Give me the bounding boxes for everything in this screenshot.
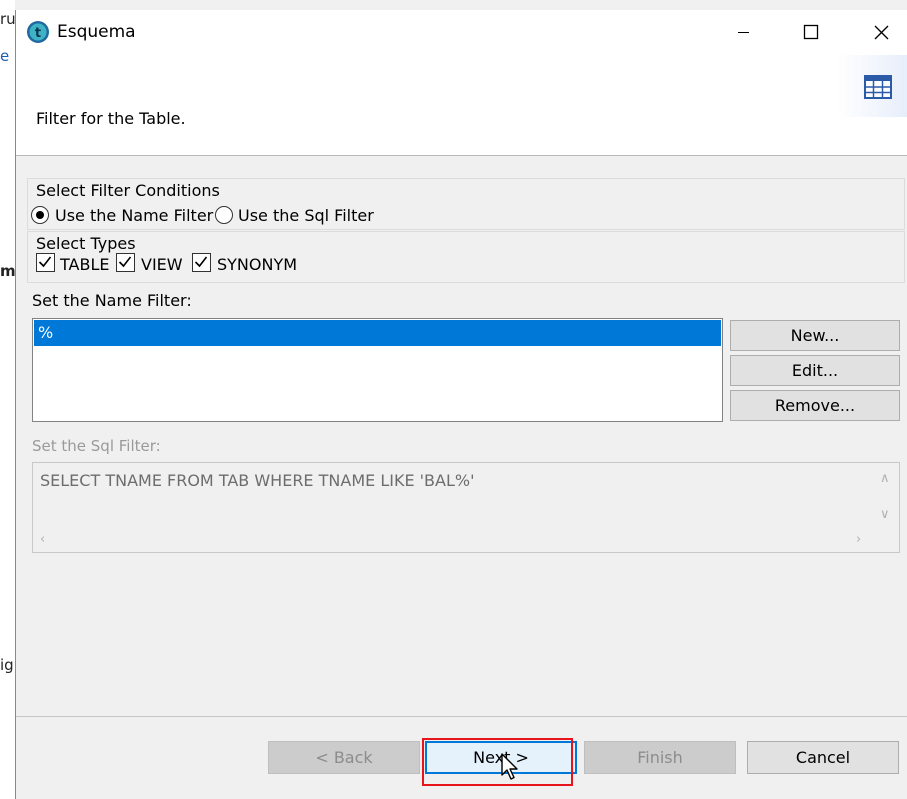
checkbox-synonym[interactable] xyxy=(192,253,211,272)
background-text: ig xyxy=(0,656,14,674)
mouse-pointer-icon xyxy=(501,753,518,780)
radio-name-filter-label[interactable]: Use the Name Filter xyxy=(55,206,213,225)
background-text: ma xyxy=(0,262,15,280)
list-item[interactable]: % xyxy=(34,320,721,346)
types-title: Select Types xyxy=(36,234,136,253)
wizard-banner: Filter for the Table. xyxy=(16,55,907,156)
esquema-dialog: t Esquema Filter for the Table. Select F… xyxy=(15,10,907,799)
title-bar: t Esquema xyxy=(16,10,907,55)
banner-message: Filter for the Table. xyxy=(36,109,186,128)
checkbox-table-label[interactable]: TABLE xyxy=(60,255,109,274)
back-button[interactable]: < Back xyxy=(268,741,420,774)
talend-app-icon: t xyxy=(27,21,49,43)
cancel-button[interactable]: Cancel xyxy=(747,741,899,774)
name-filter-label: Set the Name Filter: xyxy=(32,291,192,310)
svg-text:t: t xyxy=(35,26,41,41)
minimize-icon xyxy=(738,32,749,33)
checkbox-table[interactable] xyxy=(36,253,55,272)
next-button-highlight xyxy=(422,738,573,786)
radio-sql-filter-label[interactable]: Use the Sql Filter xyxy=(238,206,374,225)
sql-filter-label: Set the Sql Filter: xyxy=(32,437,161,455)
window-title: Esquema xyxy=(57,22,136,42)
scroll-down-icon[interactable]: ∨ xyxy=(880,507,890,522)
background-text: e xyxy=(0,47,10,65)
checkmark-icon xyxy=(38,256,52,268)
checkmark-icon xyxy=(194,256,208,268)
types-group: Select Types TABLE VIEW SYNONYM xyxy=(27,231,905,283)
minimize-button[interactable] xyxy=(720,10,766,55)
footer-divider xyxy=(16,716,907,717)
horizontal-scrollbar[interactable]: ‹ › xyxy=(33,530,899,552)
new-filter-button[interactable]: New... xyxy=(730,320,900,351)
filter-conditions-group: Select Filter Conditions Use the Name Fi… xyxy=(27,178,905,230)
vertical-scrollbar[interactable]: ∧ ∨ xyxy=(873,463,899,529)
close-button[interactable] xyxy=(858,10,904,55)
maximize-button[interactable] xyxy=(788,10,834,55)
scroll-left-icon[interactable]: ‹ xyxy=(40,532,45,547)
sql-filter-textarea: SELECT TNAME FROM TAB WHERE TNAME LIKE '… xyxy=(32,462,900,553)
filter-conditions-title: Select Filter Conditions xyxy=(36,181,220,200)
radio-name-filter[interactable] xyxy=(31,206,49,224)
radio-sql-filter[interactable] xyxy=(215,206,233,224)
close-icon xyxy=(874,25,889,40)
sql-filter-value: SELECT TNAME FROM TAB WHERE TNAME LIKE '… xyxy=(40,471,475,490)
edit-filter-button[interactable]: Edit... xyxy=(730,355,900,386)
background-window: ruc e ma ig xyxy=(0,0,15,799)
maximize-icon xyxy=(803,24,819,40)
checkbox-view[interactable] xyxy=(116,253,135,272)
checkmark-icon xyxy=(118,256,132,268)
scroll-up-icon[interactable]: ∧ xyxy=(880,471,890,486)
checkbox-view-label[interactable]: VIEW xyxy=(141,255,183,274)
remove-filter-button[interactable]: Remove... xyxy=(730,390,900,421)
scroll-right-icon[interactable]: › xyxy=(856,532,861,547)
checkbox-synonym-label[interactable]: SYNONYM xyxy=(217,255,297,274)
finish-button[interactable]: Finish xyxy=(584,741,736,774)
table-icon xyxy=(864,75,892,99)
name-filter-list[interactable]: % xyxy=(32,318,723,422)
background-text: ruc xyxy=(0,10,15,28)
